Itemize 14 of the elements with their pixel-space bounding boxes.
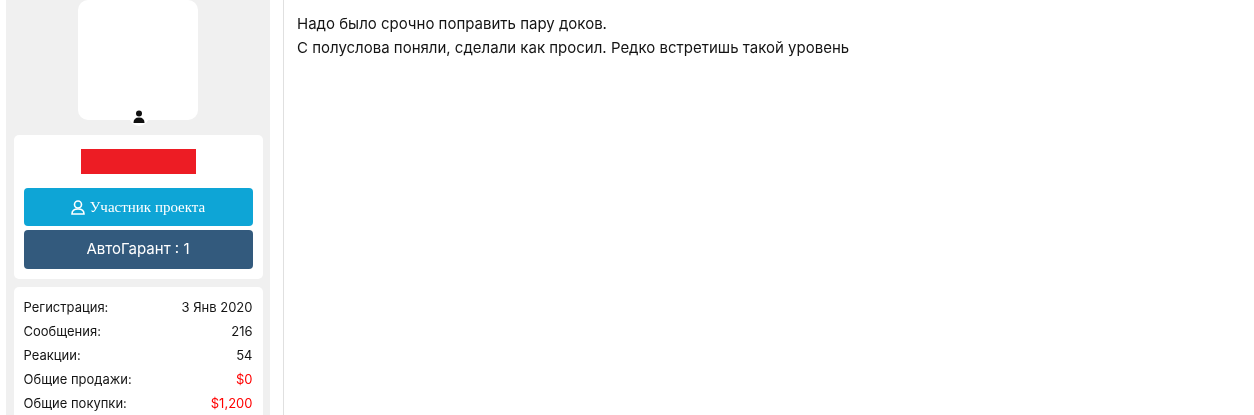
stat-label: Общие продажи:	[23, 370, 132, 389]
stat-value: 54	[236, 346, 253, 365]
stat-label: Регистрация:	[23, 298, 109, 317]
guarantee-badge[interactable]: АвтоГарант : 1	[23, 230, 253, 269]
stat-label: Реакции:	[23, 346, 81, 365]
user-icon	[70, 199, 85, 215]
message-line: Надо было срочно поправить пару доков.	[297, 13, 608, 35]
stat-label: Общие покупки:	[23, 394, 127, 413]
stat-value: $0	[235, 370, 253, 389]
message-line: С полуслова поняли, сделали как просил. Редко встретишь такой уровень	[297, 37, 850, 59]
stat-label: Сообщения:	[23, 322, 101, 341]
stat-value: $1,200	[210, 394, 253, 413]
stat-value: 3 Янв 2020	[181, 298, 253, 317]
stat-value: 216	[231, 322, 253, 341]
